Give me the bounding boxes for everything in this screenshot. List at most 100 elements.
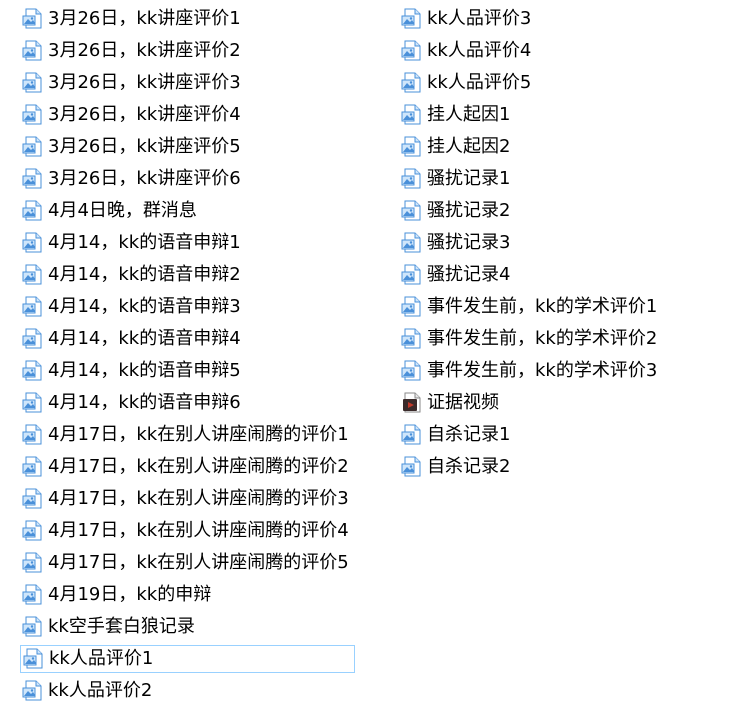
file-item[interactable]: 事件发生前，kk的学术评价1 xyxy=(399,293,657,321)
image-file-icon xyxy=(400,455,424,479)
image-file-icon xyxy=(21,231,45,255)
file-item[interactable]: 4月14，kk的语音申辩6 xyxy=(20,389,241,417)
file-item[interactable]: kk人品评价5 xyxy=(399,69,531,97)
file-item[interactable]: 自杀记录2 xyxy=(399,453,510,481)
file-item[interactable]: 3月26日，kk讲座评价5 xyxy=(20,133,241,161)
file-name: 4月17日，kk在别人讲座闹腾的评价2 xyxy=(48,456,349,477)
file-name: 4月14，kk的语音申辩3 xyxy=(48,296,241,317)
file-name: 自杀记录2 xyxy=(427,456,511,477)
file-item[interactable]: 事件发生前，kk的学术评价2 xyxy=(399,325,657,353)
image-file-icon xyxy=(400,167,424,191)
image-file-icon xyxy=(21,391,45,415)
image-file-icon xyxy=(21,71,45,95)
file-name: 4月14，kk的语音申辩4 xyxy=(48,328,241,349)
image-file-icon xyxy=(21,679,45,703)
image-file-icon xyxy=(21,263,45,287)
file-item[interactable]: 骚扰记录4 xyxy=(399,261,510,289)
image-file-icon xyxy=(21,327,45,351)
file-name: 3月26日，kk讲座评价2 xyxy=(48,40,241,61)
file-name: 4月17日，kk在别人讲座闹腾的评价3 xyxy=(48,488,349,509)
file-name: 4月14，kk的语音申辩1 xyxy=(48,232,241,253)
file-name: 4月14，kk的语音申辩2 xyxy=(48,264,241,285)
file-item[interactable]: 3月26日，kk讲座评价1 xyxy=(20,5,241,33)
image-file-icon xyxy=(400,359,424,383)
file-item[interactable]: 骚扰记录1 xyxy=(399,165,510,193)
image-file-icon xyxy=(400,199,424,223)
file-item[interactable]: 4月14，kk的语音申辩3 xyxy=(20,293,241,321)
file-item[interactable]: kk空手套白狼记录 xyxy=(20,613,195,641)
file-item[interactable]: 骚扰记录3 xyxy=(399,229,510,257)
file-name: 事件发生前，kk的学术评价1 xyxy=(427,296,658,317)
image-file-icon xyxy=(400,263,424,287)
image-file-icon xyxy=(21,39,45,63)
file-list: 3月26日，kk讲座评价1 3月26日，kk讲座评价2 3月26日，kk讲座评价3 3… xyxy=(0,0,731,722)
file-name: 3月26日，kk讲座评价3 xyxy=(48,72,241,93)
file-name: 骚扰记录4 xyxy=(427,264,511,285)
image-file-icon xyxy=(400,327,424,351)
file-name: kk人品评价2 xyxy=(48,680,153,701)
file-name: 4月14，kk的语音申辩5 xyxy=(48,360,241,381)
file-item[interactable]: 4月14，kk的语音申辩5 xyxy=(20,357,241,385)
file-item[interactable]: 自杀记录1 xyxy=(399,421,510,449)
image-file-icon xyxy=(21,551,45,575)
file-name: kk人品评价1 xyxy=(49,648,154,669)
video-file-icon xyxy=(400,391,424,415)
image-file-icon xyxy=(400,71,424,95)
file-name: 4月17日，kk在别人讲座闹腾的评价4 xyxy=(48,520,349,541)
file-name: 证据视频 xyxy=(427,392,499,413)
image-file-icon xyxy=(21,423,45,447)
file-item[interactable]: kk人品评价2 xyxy=(20,677,152,705)
file-name: 骚扰记录3 xyxy=(427,232,511,253)
file-name: 3月26日，kk讲座评价6 xyxy=(48,168,241,189)
file-name: kk人品评价3 xyxy=(427,8,532,29)
file-item[interactable]: kk人品评价1 xyxy=(20,645,355,673)
image-file-icon xyxy=(21,583,45,607)
file-item[interactable]: 4月17日，kk在别人讲座闹腾的评价4 xyxy=(20,517,349,545)
image-file-icon xyxy=(400,295,424,319)
file-item[interactable]: 4月4日晚，群消息 xyxy=(20,197,197,225)
image-file-icon xyxy=(400,39,424,63)
file-item[interactable]: 4月14，kk的语音申辩2 xyxy=(20,261,241,289)
file-item[interactable]: 4月19日，kk的申辩 xyxy=(20,581,211,609)
file-item[interactable]: 骚扰记录2 xyxy=(399,197,510,225)
file-item[interactable]: 3月26日，kk讲座评价4 xyxy=(20,101,241,129)
file-name: 3月26日，kk讲座评价1 xyxy=(48,8,241,29)
image-file-icon xyxy=(21,519,45,543)
file-item[interactable]: kk人品评价3 xyxy=(399,5,531,33)
file-name: 事件发生前，kk的学术评价3 xyxy=(427,360,658,381)
image-file-icon xyxy=(21,295,45,319)
image-file-icon xyxy=(21,103,45,127)
file-item[interactable]: 挂人起因1 xyxy=(399,101,510,129)
file-item[interactable]: kk人品评价4 xyxy=(399,37,531,65)
image-file-icon xyxy=(400,135,424,159)
image-file-icon xyxy=(400,231,424,255)
file-item[interactable]: 3月26日，kk讲座评价2 xyxy=(20,37,241,65)
file-item[interactable]: 4月14，kk的语音申辩4 xyxy=(20,325,241,353)
file-name: 挂人起因2 xyxy=(427,136,511,157)
file-item[interactable]: 3月26日，kk讲座评价3 xyxy=(20,69,241,97)
file-item[interactable]: 事件发生前，kk的学术评价3 xyxy=(399,357,657,385)
file-name: kk人品评价4 xyxy=(427,40,532,61)
file-name: 骚扰记录2 xyxy=(427,200,511,221)
image-file-icon xyxy=(21,615,45,639)
file-item[interactable]: 4月14，kk的语音申辩1 xyxy=(20,229,241,257)
file-name: 骚扰记录1 xyxy=(427,168,511,189)
image-file-icon xyxy=(21,199,45,223)
file-name: 事件发生前，kk的学术评价2 xyxy=(427,328,658,349)
file-item[interactable]: 4月17日，kk在别人讲座闹腾的评价3 xyxy=(20,485,349,513)
file-name: 自杀记录1 xyxy=(427,424,511,445)
file-item[interactable]: 挂人起因2 xyxy=(399,133,510,161)
file-name: 3月26日，kk讲座评价4 xyxy=(48,104,241,125)
image-file-icon xyxy=(21,167,45,191)
image-file-icon xyxy=(400,103,424,127)
file-name: 4月14，kk的语音申辩6 xyxy=(48,392,241,413)
file-item[interactable]: 3月26日，kk讲座评价6 xyxy=(20,165,241,193)
file-name: kk人品评价5 xyxy=(427,72,532,93)
image-file-icon xyxy=(22,647,46,671)
file-item[interactable]: 4月17日，kk在别人讲座闹腾的评价2 xyxy=(20,453,349,481)
image-file-icon xyxy=(21,7,45,31)
file-item[interactable]: 4月17日，kk在别人讲座闹腾的评价5 xyxy=(20,549,349,577)
file-name: 挂人起因1 xyxy=(427,104,511,125)
file-item[interactable]: 4月17日，kk在别人讲座闹腾的评价1 xyxy=(20,421,349,449)
file-item[interactable]: 证据视频 xyxy=(399,389,499,417)
